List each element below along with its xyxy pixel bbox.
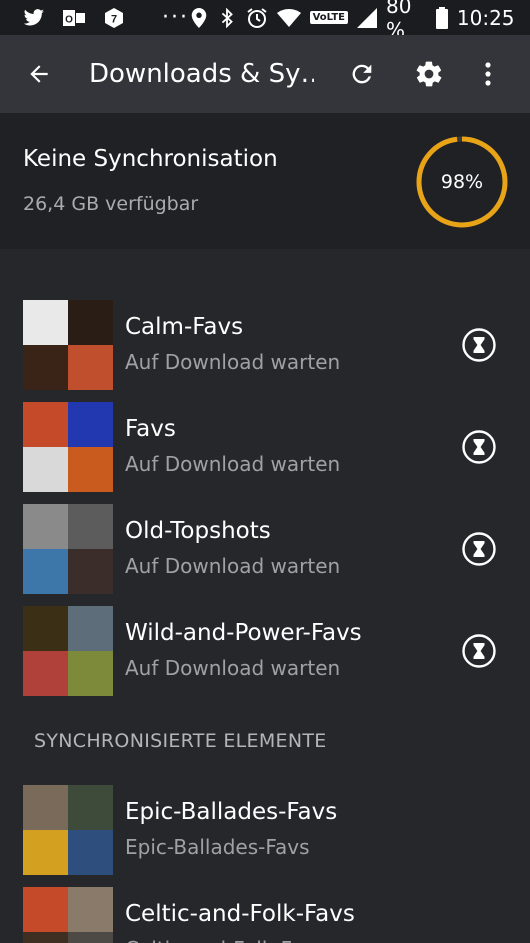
playlist-row[interactable]: Celtic-and-Folk-Favs Celtic-and-Folk-Favs <box>0 887 530 943</box>
album-art-tile <box>23 932 68 943</box>
more-notifications-icon: ··· <box>162 5 189 30</box>
playlist-name: Calm-Favs <box>125 314 244 340</box>
status-bar: O 7 ··· VoLTE 80 % 10:25 <box>0 0 530 42</box>
album-art-tile <box>68 785 113 830</box>
playlist-cover-mosaic <box>23 785 113 875</box>
outlook-icon: O <box>62 7 86 29</box>
album-art-tile <box>68 300 113 345</box>
album-art-tile <box>23 887 68 932</box>
svg-text:7: 7 <box>111 13 117 25</box>
playlist-status: Epic-Ballades-Favs <box>125 835 310 859</box>
album-art-tile <box>23 447 68 492</box>
album-art-tile <box>23 651 68 696</box>
playlist-name: Celtic-and-Folk-Favs <box>125 901 355 927</box>
album-art-tile <box>68 504 113 549</box>
battery-icon <box>435 6 448 29</box>
album-art-tile <box>68 549 113 594</box>
album-art-tile <box>68 651 113 696</box>
playlist-row[interactable]: Wild-and-Power-Favs Auf Download warten <box>0 606 530 698</box>
storage-percent: 98% <box>440 171 484 193</box>
bluetooth-icon <box>217 7 236 29</box>
album-art-tile <box>23 504 68 549</box>
album-art-tile <box>23 345 68 390</box>
more-vertical-icon <box>485 62 491 86</box>
sync-status-panel: Keine Synchronisation 26,4 GB verfügbar … <box>0 113 530 249</box>
album-art-tile <box>68 932 113 943</box>
playlist-status: Auf Download warten <box>125 554 341 578</box>
album-art-tile <box>23 830 68 875</box>
storage-available: 26,4 GB verfügbar <box>23 193 199 215</box>
hourglass-icon[interactable] <box>461 633 497 669</box>
album-art-tile <box>23 300 68 345</box>
back-button[interactable] <box>11 46 67 102</box>
app7-icon: 7 <box>102 7 126 29</box>
overflow-menu-button[interactable] <box>460 46 516 102</box>
twitter-icon <box>22 7 46 29</box>
location-icon <box>189 7 208 29</box>
playlist-status: Auf Download warten <box>125 350 341 374</box>
back-arrow-icon <box>30 65 48 83</box>
album-art-tile <box>68 447 113 492</box>
volte-badge: VoLTE <box>309 11 349 24</box>
settings-button[interactable] <box>401 46 457 102</box>
playlist-status: Auf Download warten <box>125 452 341 476</box>
app-toolbar: Downloads & Sy… <box>0 35 530 113</box>
svg-text:O: O <box>65 14 73 25</box>
playlist-status: Celtic-and-Folk-Favs <box>125 937 325 943</box>
album-art-tile <box>68 830 113 875</box>
playlist-row[interactable]: Calm-Favs Auf Download warten <box>0 300 530 392</box>
playlist-cover-mosaic <box>23 300 113 390</box>
alarm-icon <box>246 7 268 29</box>
album-art-tile <box>68 606 113 651</box>
signal-icon <box>357 7 378 29</box>
playlist-row[interactable]: Favs Auf Download warten <box>0 402 530 494</box>
playlist-cover-mosaic <box>23 402 113 492</box>
playlist-name: Favs <box>125 416 176 442</box>
album-art-tile <box>23 785 68 830</box>
playlist-name: Epic-Ballades-Favs <box>125 799 338 825</box>
album-art-tile <box>23 606 68 651</box>
refresh-icon <box>352 64 372 84</box>
hourglass-icon[interactable] <box>461 429 497 465</box>
hourglass-icon[interactable] <box>461 531 497 567</box>
playlist-name: Old-Topshots <box>125 518 271 544</box>
sync-status-title: Keine Synchronisation <box>23 146 278 172</box>
hourglass-icon[interactable] <box>461 327 497 363</box>
notification-icons: O 7 ··· <box>22 5 189 30</box>
album-art-tile <box>23 402 68 447</box>
playlist-row[interactable]: Epic-Ballades-Favs Epic-Ballades-Favs <box>0 785 530 877</box>
playlist-row[interactable]: Old-Topshots Auf Download warten <box>0 504 530 596</box>
wifi-icon <box>276 7 301 29</box>
album-art-tile <box>68 402 113 447</box>
playlist-cover-mosaic <box>23 887 113 943</box>
album-art-tile <box>23 549 68 594</box>
playlist-cover-mosaic <box>23 504 113 594</box>
playlist-cover-mosaic <box>23 606 113 696</box>
gear-icon <box>416 61 442 87</box>
album-art-tile <box>68 345 113 390</box>
page-title: Downloads & Sy… <box>89 59 314 89</box>
playlist-name: Wild-and-Power-Favs <box>125 620 362 646</box>
album-art-tile <box>68 887 113 932</box>
refresh-button[interactable] <box>334 46 390 102</box>
playlist-status: Auf Download warten <box>125 656 341 680</box>
clock: 10:25 <box>456 5 515 30</box>
section-header-synced: SYNCHRONISIERTE ELEMENTE <box>34 730 327 752</box>
